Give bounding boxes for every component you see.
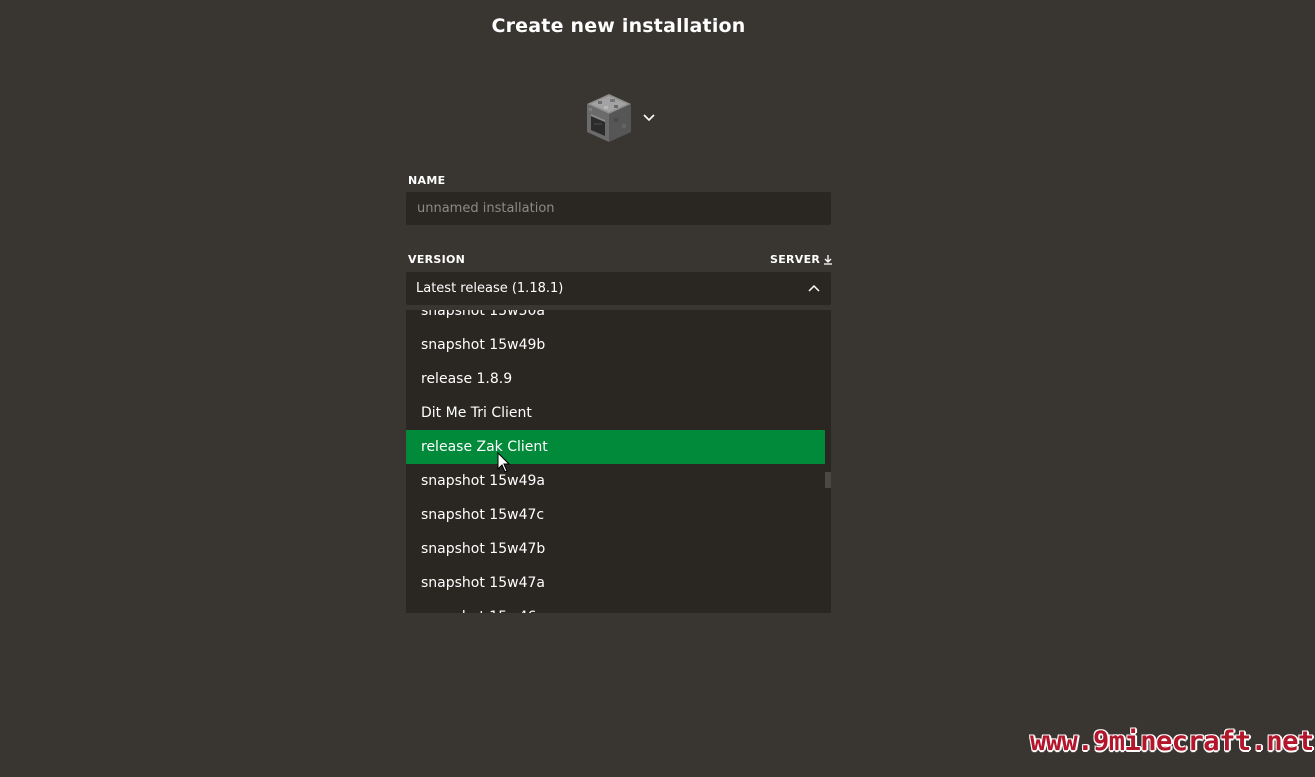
name-label: NAME <box>408 174 446 187</box>
version-option[interactable]: snapshot 15w47a <box>406 566 825 600</box>
create-installation-page: Create new installation NAME VE <box>0 0 1315 777</box>
chevron-up-icon <box>808 284 820 292</box>
version-option[interactable]: snapshot 15w46a <box>406 600 825 613</box>
name-input[interactable] <box>406 192 831 225</box>
version-option[interactable]: snapshot 15w49a <box>406 464 825 498</box>
download-icon <box>824 255 833 265</box>
version-option[interactable]: snapshot 15w47b <box>406 532 825 566</box>
version-option[interactable]: Dit Me Tri Client <box>406 396 825 430</box>
page-title: Create new installation <box>491 15 746 37</box>
furnace-icon <box>587 94 631 142</box>
version-option[interactable]: snapshot 15w49b <box>406 328 825 362</box>
version-option[interactable]: snapshot 15w50a <box>406 310 825 328</box>
server-download-link[interactable]: SERVER <box>770 253 833 266</box>
version-option[interactable]: release Zak Client <box>406 430 825 464</box>
site-watermark: www.9minecraft.net <box>1030 726 1314 757</box>
installation-icon-picker[interactable] <box>584 92 664 144</box>
version-select[interactable]: Latest release (1.18.1) <box>406 272 831 305</box>
chevron-down-icon <box>643 114 655 122</box>
dropdown-scrollbar[interactable] <box>825 310 831 613</box>
version-dropdown-list[interactable]: snapshot 15w50a snapshot 15w49b release 1.… <box>406 310 831 613</box>
server-label: SERVER <box>770 253 821 266</box>
version-options: snapshot 15w50a snapshot 15w49b release 1.… <box>406 310 825 613</box>
version-option[interactable]: snapshot 15w47c <box>406 498 825 532</box>
version-label: VERSION <box>408 253 466 266</box>
version-select-value: Latest release (1.18.1) <box>416 281 564 296</box>
version-option[interactable]: release 1.8.9 <box>406 362 825 396</box>
scrollbar-thumb[interactable] <box>825 472 831 488</box>
